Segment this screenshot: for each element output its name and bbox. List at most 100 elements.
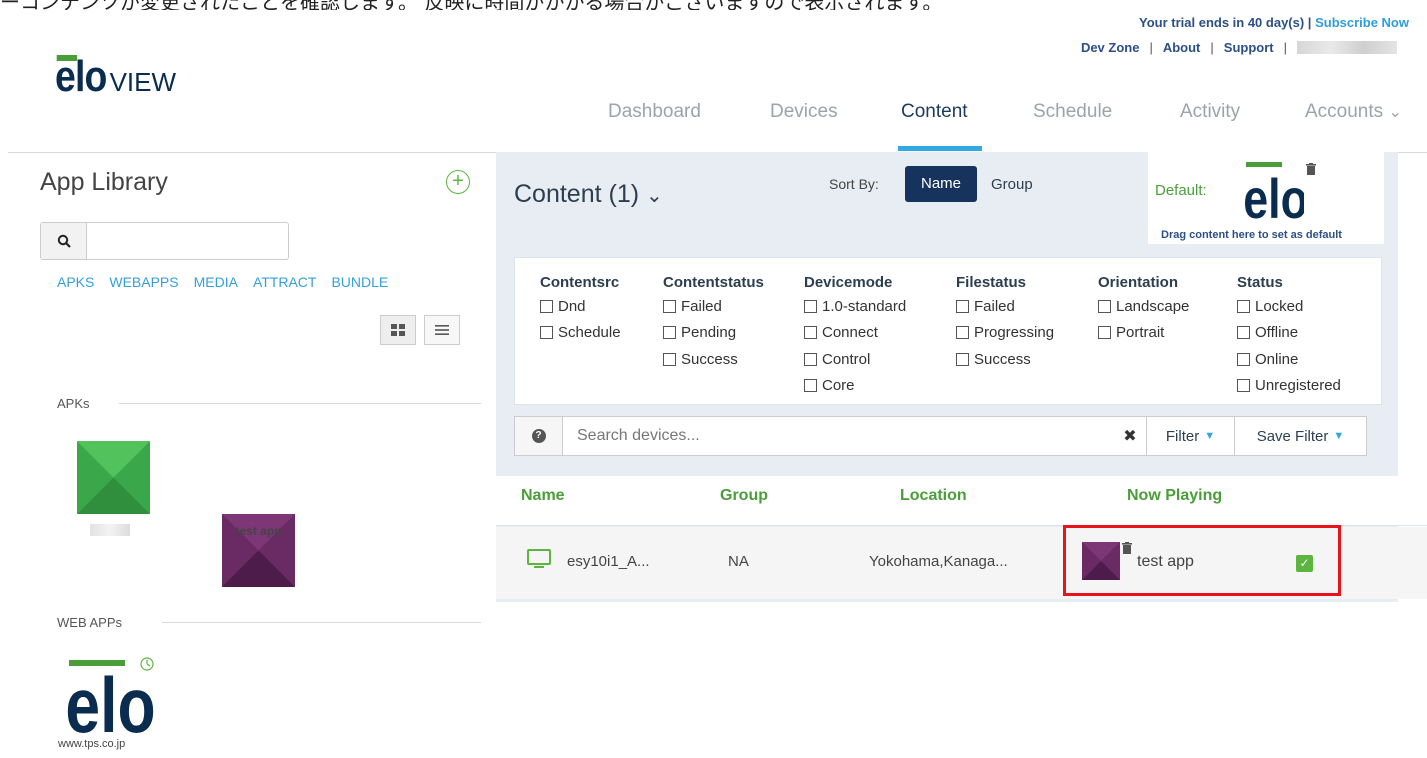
filter-option[interactable]: Online [1237,346,1341,373]
subscribe-link[interactable]: Subscribe Now [1315,15,1409,30]
nav-content[interactable]: Content [901,101,968,123]
checkbox[interactable] [540,326,553,340]
link-separator: | [1210,40,1214,55]
checkbox[interactable] [1237,379,1250,393]
chevron-down-icon: ⌄ [646,185,663,207]
tab-attract[interactable]: ATTRACT [253,274,317,290]
caption-text: ーコンテンツが変更されたことを確認します。 反映に時間がかかる場合がございますの… [0,0,1427,10]
trash-icon[interactable] [1306,163,1316,178]
search-icon[interactable] [41,223,87,259]
filter-option[interactable]: Unregistered [1237,373,1341,400]
tab-bundle[interactable]: BUNDLE [331,274,388,290]
checkbox[interactable] [956,352,969,366]
filter-option[interactable]: Success [956,346,1054,373]
filter-group-contentstatus: Contentstatus Failed Pending Success [663,274,764,373]
checkbox[interactable] [956,326,969,340]
filter-option[interactable]: Landscape [1098,293,1189,320]
filter-dropdown-button[interactable]: Filter ▼ [1146,417,1234,455]
tab-apks[interactable]: APKS [57,274,94,290]
filter-heading: Contentsrc [540,274,620,291]
help-icon[interactable]: ? [515,417,563,455]
checkbox[interactable] [663,299,676,313]
filter-option[interactable]: 1.0-standard [804,293,906,320]
grid-view-button[interactable] [380,315,416,345]
checkbox[interactable] [804,379,817,393]
list-view-button[interactable] [424,315,460,345]
checkbox[interactable] [540,299,553,313]
tab-webapps[interactable]: WEBAPPS [109,274,178,290]
account-name-redacted[interactable] [1297,41,1397,54]
sort-by-label: Sort By: [829,176,879,192]
nav-accounts-label: Accounts [1305,101,1384,122]
webapp-label: www.tps.co.jp [58,738,126,750]
column-header-name[interactable]: Name [521,487,565,505]
filter-option[interactable]: Progressing [956,320,1054,347]
checkbox[interactable] [956,299,969,313]
sort-name-button[interactable]: Name [905,166,977,202]
device-name[interactable]: esy10i1_A... [567,553,650,570]
default-content-elo-logo: elo [1243,160,1308,230]
filter-option[interactable]: Offline [1237,320,1341,347]
filter-group-devicemode: Devicemode 1.0-standard Connect Control … [804,274,906,399]
about-link[interactable]: About [1163,40,1201,55]
section-divider [162,622,481,623]
app-library-title: App Library [40,168,168,196]
column-header-location[interactable]: Location [900,487,967,505]
webapp-tile-elo[interactable]: elo [65,652,157,749]
content-title[interactable]: Content (1) ⌄ [514,180,663,209]
default-hint: Drag content here to set as default [1161,229,1342,241]
content-title-text: Content (1) [514,180,640,208]
filter-option[interactable]: Control [804,346,906,373]
logo-view-text: VIEW [109,67,177,97]
library-search [40,222,289,260]
checkbox[interactable] [1237,326,1250,340]
device-group: NA [728,553,749,570]
checkbox[interactable] [1098,299,1111,313]
tab-media[interactable]: MEDIA [194,274,238,290]
filter-heading: Contentstatus [663,274,764,291]
dev-zone-link[interactable]: Dev Zone [1081,40,1140,55]
checkbox[interactable] [1098,326,1111,340]
checkbox[interactable] [804,352,817,366]
filter-option[interactable]: Locked [1237,293,1341,320]
nav-accounts[interactable]: Accounts ⌄ [1305,101,1402,123]
column-header-group[interactable]: Group [720,487,768,505]
column-header-now-playing[interactable]: Now Playing [1127,487,1222,505]
filter-option[interactable]: Core [804,373,906,400]
save-filter-dropdown-button[interactable]: Save Filter ▼ [1234,417,1366,455]
checkbox[interactable] [1237,352,1250,366]
filter-option[interactable]: Dnd [540,293,621,320]
caret-down-icon: ▼ [1333,430,1345,442]
checkbox[interactable] [663,326,676,340]
add-app-icon[interactable]: + [446,170,470,194]
nav-activity[interactable]: Activity [1180,101,1240,123]
checkbox[interactable] [804,299,817,313]
filter-option[interactable]: Connect [804,320,906,347]
nav-devices[interactable]: Devices [770,101,838,123]
clear-icon[interactable]: ✖ [1114,417,1146,455]
nav-schedule[interactable]: Schedule [1033,101,1112,123]
filter-option[interactable]: Failed [663,293,764,320]
filter-option[interactable]: Pending [663,320,764,347]
filter-option[interactable]: Schedule [540,320,621,347]
apk-tile-green[interactable] [77,441,150,514]
checkbox[interactable] [804,326,817,340]
device-search-input[interactable]: Search devices... [563,417,1114,455]
library-search-input[interactable] [87,223,288,259]
link-separator: | [1149,40,1153,55]
apk-label: test app [235,524,282,538]
support-link[interactable]: Support [1224,40,1274,55]
filter-option[interactable]: Failed [956,293,1054,320]
checkbox[interactable] [663,352,676,366]
checkbox[interactable] [1237,299,1250,313]
filter-option[interactable]: Portrait [1098,320,1189,347]
filter-group-status: Status Locked Offline Online Unregistere… [1237,274,1341,399]
filter-option[interactable]: Success [663,346,764,373]
section-divider [119,403,481,404]
elo-view-logo[interactable]: elo VIEW [55,52,177,99]
filter-heading: Orientation [1098,274,1179,291]
svg-text:elo: elo [67,661,156,737]
nav-dashboard[interactable]: Dashboard [608,101,701,123]
list-icon [435,325,449,335]
sort-group-button[interactable]: Group [991,176,1033,193]
